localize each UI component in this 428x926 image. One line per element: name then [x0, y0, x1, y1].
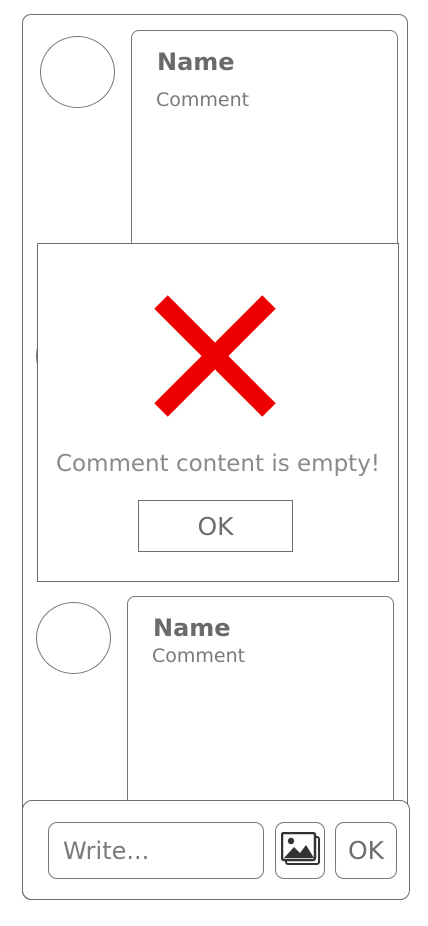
comment-author-name: Name — [157, 48, 235, 76]
comment-text: Comment — [156, 89, 250, 111]
comment-card: Name Comment — [131, 30, 398, 270]
attach-image-button[interactable] — [275, 822, 325, 879]
error-message: Comment content is empty! — [55, 451, 381, 477]
comment-text: Comment — [152, 645, 246, 667]
avatar — [36, 602, 111, 674]
comment-author-name: Name — [153, 614, 231, 642]
submit-comment-button[interactable]: OK — [335, 822, 397, 879]
avatar — [40, 36, 115, 108]
error-dialog: Comment content is empty! OK — [37, 243, 399, 582]
dialog-ok-button[interactable]: OK — [138, 500, 293, 552]
image-gallery-icon — [281, 832, 320, 865]
comment-composer: OK — [22, 800, 410, 900]
comment-input[interactable] — [48, 822, 264, 879]
error-x-icon — [154, 295, 276, 417]
